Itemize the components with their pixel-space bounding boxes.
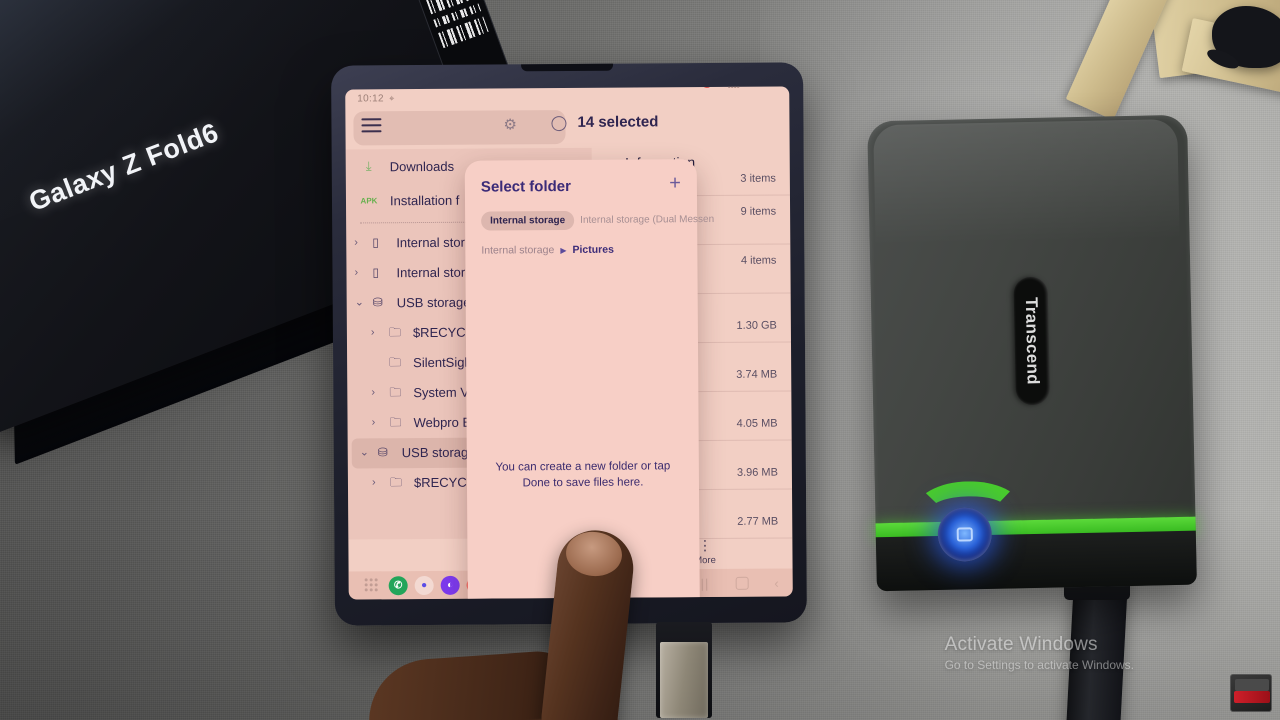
watermark-subtitle: Go to Settings to activate Windows. <box>944 658 1134 672</box>
dialog-storage-tabs: Internal storage Internal storage (Dual … <box>481 210 714 231</box>
thumbnail-red-device <box>1234 691 1270 703</box>
tab-internal-storage[interactable]: Internal storage <box>481 210 575 231</box>
phone-screen[interactable]: 10:12 ⌖ 🔇 ◥ 53% ⚙ 14 selected <box>345 86 793 600</box>
user-hand <box>352 526 682 720</box>
breadcrumb: Internal storage ▶ Pictures <box>481 243 681 257</box>
thumbnail-keyboard <box>1235 679 1269 691</box>
dialog-title: Select folder <box>480 177 571 196</box>
hdd-base <box>875 530 1197 592</box>
watermark-title: Activate Windows <box>944 634 1098 655</box>
plus-icon[interactable]: + <box>669 172 681 194</box>
hdd-led-glyph <box>956 527 973 542</box>
windows-activation-watermark: Activate Windows Go to Settings to activ… <box>945 634 1134 672</box>
video-thumbnail-badge <box>1230 674 1272 712</box>
hdd-brand-text: Transcend <box>1021 296 1043 386</box>
breadcrumb-root[interactable]: Internal storage <box>481 244 554 257</box>
caret-right-icon: ▶ <box>560 245 567 255</box>
hdd-highlight <box>873 118 1180 246</box>
external-hard-drive: Transcend <box>867 114 1197 592</box>
hdd-body: Transcend <box>867 114 1197 592</box>
scene-photo: Galaxy Z Fold6 Transcend 10:12 ⌖ ⚙ 14 se… <box>0 0 1280 720</box>
hdd-brand-logo: Transcend <box>1013 276 1051 406</box>
tab-internal-storage-dual-messenger[interactable]: Internal storage (Dual Messen <box>580 214 714 226</box>
phone-notch <box>521 63 614 72</box>
breadcrumb-current[interactable]: Pictures <box>572 244 614 256</box>
dialog-empty-message: You can create a new folder or tap Done … <box>495 460 671 489</box>
